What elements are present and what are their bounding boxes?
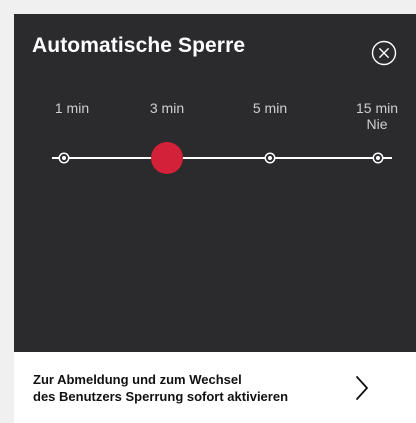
auto-lock-dialog: Automatische Sperre 1 min 3 min 5 min 15…: [14, 14, 416, 423]
chevron-right-icon: [356, 376, 368, 400]
slider-track[interactable]: [52, 157, 392, 159]
slider-thumb[interactable]: [151, 142, 183, 174]
option-label-never: Nie: [366, 116, 388, 132]
lock-now-text-line2: des Benutzers Sperrung sofort aktivieren: [33, 389, 289, 404]
lock-now-text-line1: Zur Abmeldung und zum Wechsel: [33, 372, 242, 387]
option-label-15-min: 15 min Nie: [349, 100, 405, 132]
close-button[interactable]: [371, 40, 397, 66]
option-label-15-min-value: 15 min: [355, 100, 399, 116]
lock-now-link[interactable]: Zur Abmeldung und zum Wechsel des Benutz…: [14, 352, 416, 423]
option-label-1-min: 1 min: [54, 100, 90, 116]
slider-stop-15-min[interactable]: [374, 154, 382, 162]
option-label-3-min: 3 min: [149, 100, 185, 116]
slider-stop-1-min[interactable]: [60, 154, 68, 162]
slider-stop-5-min[interactable]: [266, 154, 274, 162]
lock-now-text: Zur Abmeldung und zum Wechsel des Benutz…: [33, 371, 353, 405]
auto-lock-panel: Automatische Sperre 1 min 3 min 5 min 15…: [14, 14, 416, 352]
close-icon: [371, 40, 397, 66]
dialog-title: Automatische Sperre: [32, 34, 246, 57]
option-label-5-min: 5 min: [252, 100, 288, 116]
